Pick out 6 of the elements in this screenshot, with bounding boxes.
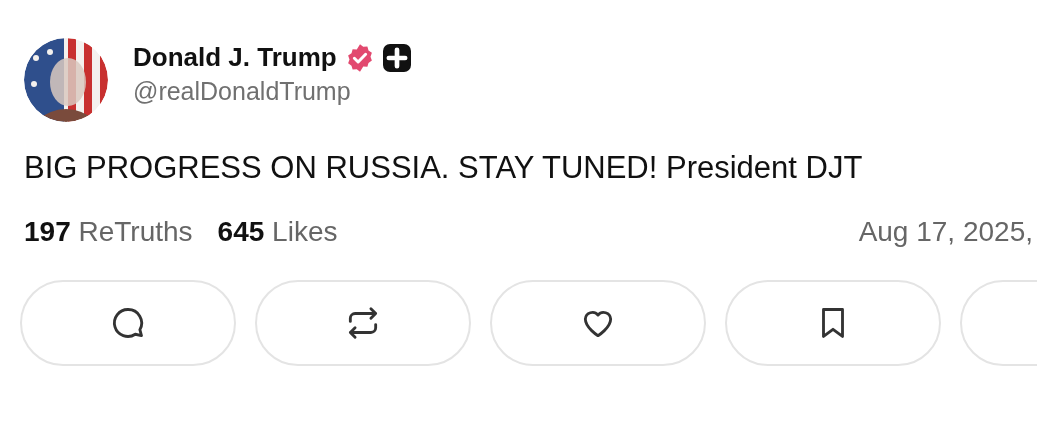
author-handle[interactable]: @realDonaldTrump (133, 77, 411, 106)
author-name[interactable]: Donald J. Trump (133, 42, 337, 73)
stat-count: 197 ReTruths (24, 216, 193, 248)
stat-count: 645 Likes (217, 216, 338, 248)
post-text: BIG PROGRESS ON RUSSIA. STAY TUNED! President DJT (24, 150, 864, 186)
post-date: Aug 17, 2025, (857, 216, 1033, 248)
